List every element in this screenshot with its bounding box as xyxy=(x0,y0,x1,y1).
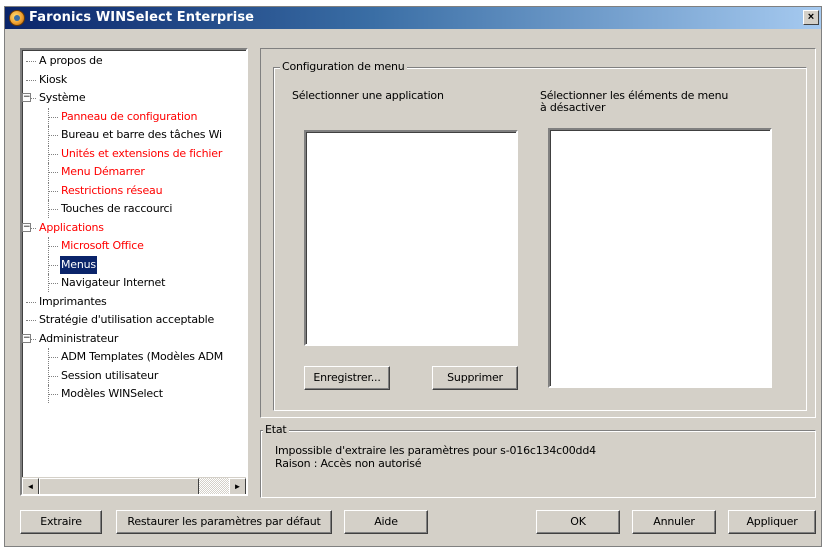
tree-list: A propos de Kiosk − Système Panneau de confi… xyxy=(22,52,246,404)
tree-horizontal-scrollbar[interactable]: ◄ ► xyxy=(22,477,246,494)
menu-config-group: Configuration de menu Sélectionner une a… xyxy=(273,60,807,411)
scroll-right-icon[interactable]: ► xyxy=(229,478,246,494)
tree-item-label: Panneau de configuration xyxy=(61,109,198,123)
scrollbar-thumb[interactable] xyxy=(39,478,199,494)
status-group: Etat Impossible d'extraire les paramètre… xyxy=(260,423,816,498)
tree-item[interactable]: Navigateur Internet xyxy=(22,274,246,293)
select-items-label-line2: à désactiver xyxy=(540,101,606,114)
menu-config-title: Configuration de menu xyxy=(280,60,407,73)
tree-connector xyxy=(48,116,58,118)
tree-item-label: Stratégie d'utilisation acceptable xyxy=(39,313,215,326)
tree-connector xyxy=(48,246,58,247)
tree-item-label: Imprimantes xyxy=(39,294,107,308)
tree-connector xyxy=(26,61,36,62)
tree-item-label: Navigateur Internet xyxy=(61,276,166,289)
select-app-label: Sélectionner une application xyxy=(292,89,444,102)
cancel-button[interactable]: Annuler xyxy=(632,510,716,534)
tree-item[interactable]: Menus xyxy=(22,255,246,275)
tree-vertical-line xyxy=(48,237,49,255)
tree-connector xyxy=(48,190,58,192)
tree-item-label: Session utilisateur xyxy=(61,368,159,382)
restore-defaults-button[interactable]: Restaurer les paramètres par défaut xyxy=(116,510,332,534)
ok-button[interactable]: OK xyxy=(536,510,620,534)
tree-vertical-line xyxy=(48,107,49,126)
tree-item[interactable]: Menu Démarrer xyxy=(22,163,246,182)
tree-item[interactable]: Unités et extensions de fichier xyxy=(22,144,246,164)
tree-item-label: Menu Démarrer xyxy=(61,165,145,178)
tree-item[interactable]: Session utilisateur xyxy=(22,366,246,386)
tree-vertical-line xyxy=(48,366,49,385)
tree-connector xyxy=(48,357,58,358)
tree-item[interactable]: Restrictions réseau xyxy=(22,181,246,201)
tree-item[interactable]: Kiosk xyxy=(22,71,246,90)
tree-item[interactable]: − Administrateur xyxy=(22,330,246,349)
tree-item-label: ADM Templates (Modèles ADM xyxy=(61,350,224,363)
tree-item-label: Unités et extensions de fichier xyxy=(61,146,223,160)
tree-item-label: Système xyxy=(39,91,86,104)
tree-item-label: Menus xyxy=(60,255,97,274)
tree-item-label: Bureau et barre des tâches Wi xyxy=(61,128,222,141)
tree-vertical-line xyxy=(48,126,49,144)
delete-button[interactable]: Supprimer xyxy=(432,366,518,390)
collapse-icon[interactable]: − xyxy=(22,333,31,343)
tree-vertical-line xyxy=(48,200,49,218)
tree-item-label: Applications xyxy=(39,220,104,234)
apply-button[interactable]: Appliquer xyxy=(728,510,816,534)
tree-item[interactable]: ADM Templates (Modèles ADM xyxy=(22,348,246,367)
tree-connector xyxy=(48,283,58,284)
tree-item-label: Kiosk xyxy=(39,72,68,86)
tree-connector xyxy=(48,153,58,155)
tree-item[interactable]: Microsoft Office xyxy=(22,237,246,256)
settings-panel: Configuration de menu Sélectionner une a… xyxy=(260,48,816,418)
tree-item[interactable]: A propos de xyxy=(22,52,246,71)
tree-connector xyxy=(26,79,36,81)
tree-item[interactable]: Bureau et barre des tâches Wi xyxy=(22,126,246,145)
tree-vertical-line xyxy=(48,163,49,181)
tree-item[interactable]: Stratégie d'utilisation acceptable xyxy=(22,311,246,330)
tree-connector xyxy=(48,135,58,136)
tree-vertical-line xyxy=(48,348,49,366)
scroll-left-icon[interactable]: ◄ xyxy=(22,478,39,494)
tree-item[interactable]: − Applications xyxy=(22,219,246,238)
window-title: Faronics WINSelect Enterprise xyxy=(29,10,255,25)
tree-connector xyxy=(48,375,58,377)
tree-vertical-line xyxy=(48,274,49,292)
application-listbox[interactable] xyxy=(304,130,518,346)
save-button[interactable]: Enregistrer... xyxy=(304,366,390,390)
tree-item[interactable]: Imprimantes xyxy=(22,293,246,312)
tree-connector xyxy=(48,209,58,210)
tree-item[interactable]: Touches de raccourci xyxy=(22,200,246,219)
tree-vertical-line xyxy=(48,385,49,403)
status-line-1: Impossible d'extraire les paramètres pou… xyxy=(275,444,596,457)
tree-item[interactable]: Modèles WINSelect xyxy=(22,385,246,404)
tree-item-label: Touches de raccourci xyxy=(61,202,173,215)
tree-item-label: Microsoft Office xyxy=(61,239,144,252)
help-button[interactable]: Aide xyxy=(344,510,428,534)
tree-connector xyxy=(48,264,58,266)
title-bar[interactable]: Faronics WINSelect Enterprise × xyxy=(5,7,821,29)
tree-vertical-line xyxy=(48,255,49,274)
collapse-icon[interactable]: − xyxy=(22,222,31,232)
faronics-app-icon xyxy=(9,10,25,26)
status-title: Etat xyxy=(263,423,289,436)
tree-item[interactable]: − Système xyxy=(22,89,246,108)
tree-connector xyxy=(26,320,36,321)
tree-connector xyxy=(26,301,36,303)
tree-vertical-line xyxy=(48,181,49,200)
tree-item-label: A propos de xyxy=(39,54,103,67)
tree-item[interactable]: Panneau de configuration xyxy=(22,107,246,127)
tree-item-label: Administrateur xyxy=(39,331,119,345)
navigation-tree[interactable]: A propos de Kiosk − Système Panneau de confi… xyxy=(20,48,248,496)
status-line-2: Raison : Accès non autorisé xyxy=(275,457,422,470)
tree-vertical-line xyxy=(48,144,49,163)
tree-item-label: Modèles WINSelect xyxy=(61,387,163,400)
tree-connector xyxy=(48,172,58,173)
menu-items-listbox[interactable] xyxy=(548,128,772,388)
close-button[interactable]: × xyxy=(803,10,819,25)
tree-connector xyxy=(48,394,58,395)
extract-button[interactable]: Extraire xyxy=(20,510,102,534)
collapse-icon[interactable]: − xyxy=(22,93,31,102)
tree-item-label: Restrictions réseau xyxy=(61,183,163,197)
